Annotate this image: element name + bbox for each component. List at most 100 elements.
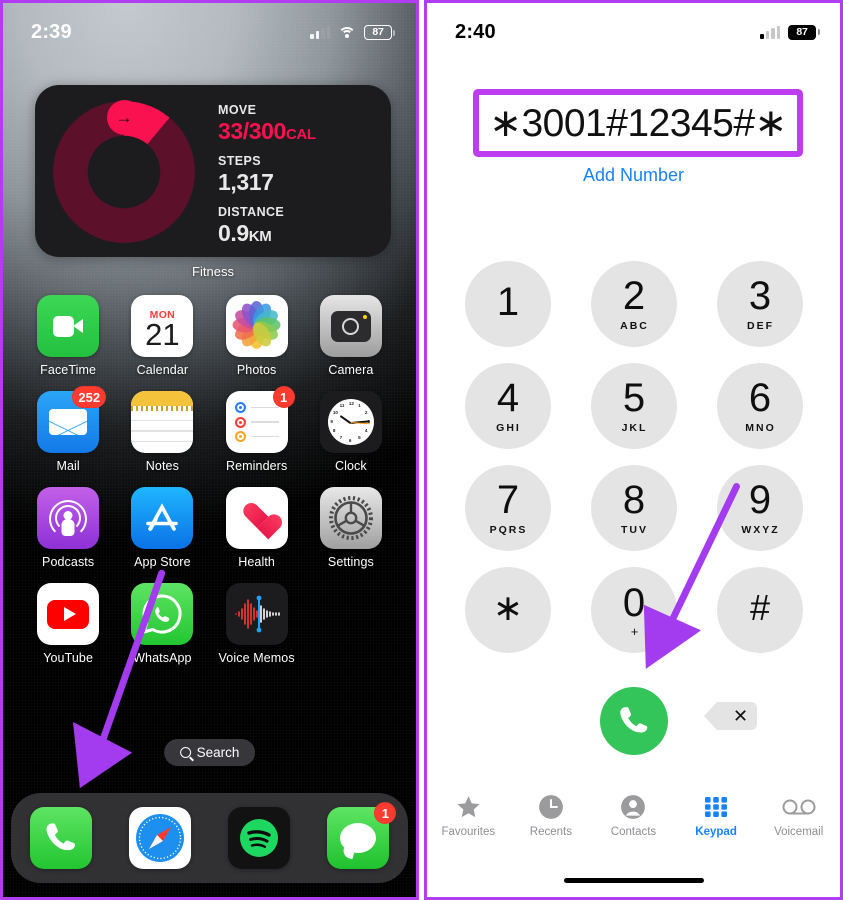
tab-contacts[interactable]: Contacts: [595, 793, 671, 838]
key-1[interactable]: 1: [464, 261, 551, 347]
tab-keypad[interactable]: Keypad: [678, 793, 754, 838]
key-digit: 4: [496, 376, 519, 421]
podcasts-icon[interactable]: [37, 487, 100, 549]
clock-icon[interactable]: 1 2 3 4 5 6 7 8 9 10 11 12: [319, 391, 382, 453]
key-digit: 2: [622, 274, 645, 319]
app-label: Camera: [328, 363, 374, 377]
fitness-widget[interactable]: → MOVE 33/300CAL STEPS 1,317 DISTANCE 0.…: [35, 85, 391, 257]
tab-favourites[interactable]: Favourites: [430, 793, 506, 838]
app-health[interactable]: Health: [210, 487, 304, 569]
icon-holder: [225, 487, 288, 549]
key-9[interactable]: 9 WXYZ: [716, 465, 803, 551]
camera-lens-glyph: [342, 317, 360, 335]
key-4[interactable]: 4 GHI: [464, 363, 551, 449]
facetime-icon[interactable]: [37, 295, 100, 357]
camera-body-glyph: [330, 310, 371, 342]
cellular-bars-icon: [310, 25, 330, 39]
app-whatsapp[interactable]: WhatsApp: [115, 583, 209, 665]
photos-icon[interactable]: [225, 295, 288, 357]
phone-icon[interactable]: [29, 807, 92, 869]
keypad: 1 2 ABC 3 DEF 4 GHI 5 JKL 6 MNO 7 PQRS 8…: [427, 261, 840, 669]
ring-arrow-icon: →: [106, 100, 142, 135]
app-clock[interactable]: 1 2 3 4 5 6 7 8 9 10 11 12 Clock: [304, 391, 398, 473]
app-app-store[interactable]: App Store: [115, 487, 209, 569]
app-row: YouTube WhatsApp Voice Memos: [21, 583, 398, 665]
star-icon: [455, 793, 482, 821]
app-label: FaceTime: [40, 363, 97, 377]
dock-item-phone[interactable]: [29, 807, 92, 869]
steps-value: 1,317: [218, 169, 274, 195]
key-letters: DEF: [747, 320, 774, 333]
steps-label: STEPS: [218, 154, 261, 168]
call-button[interactable]: [599, 687, 668, 755]
youtube-icon[interactable]: [37, 583, 100, 645]
reminder-line: [250, 421, 279, 423]
app-store-icon[interactable]: [131, 487, 194, 549]
reminder-row: [234, 431, 279, 442]
app-mail[interactable]: 252 Mail: [21, 386, 115, 473]
spotify-icon[interactable]: [228, 807, 291, 869]
app-podcasts[interactable]: Podcasts: [21, 487, 115, 569]
app-settings[interactable]: Settings: [304, 487, 398, 569]
clock-numeral: 11: [339, 402, 345, 408]
key-0[interactable]: 0 +: [590, 567, 677, 653]
key-2[interactable]: 2 ABC: [590, 261, 677, 347]
backspace-button[interactable]: ✕: [704, 702, 757, 730]
key-3[interactable]: 3 DEF: [716, 261, 803, 347]
reminder-line: [250, 435, 279, 438]
battery-icon: 87: [788, 24, 820, 40]
dialed-number-text: ∗3001#12345#∗: [489, 101, 787, 145]
health-icon[interactable]: [225, 487, 288, 549]
key-digit: ∗: [492, 586, 523, 628]
app-photos[interactable]: Photos: [210, 295, 304, 377]
tab-voicemail[interactable]: Voicemail: [761, 793, 837, 838]
key-6[interactable]: 6 MNO: [716, 363, 803, 449]
tab-recents[interactable]: Recents: [513, 793, 589, 838]
app-camera[interactable]: Camera: [304, 295, 398, 377]
badge-count: 1: [374, 802, 397, 824]
whatsapp-icon[interactable]: [131, 583, 194, 645]
key-5[interactable]: 5 JKL: [590, 363, 677, 449]
reminder-dot-blue: [234, 402, 246, 413]
app-label: App Store: [134, 555, 191, 569]
dock-item-messages[interactable]: 1: [327, 802, 397, 869]
voice-memos-icon[interactable]: [225, 583, 288, 645]
app-calendar[interactable]: MON 21 Calendar: [115, 295, 209, 377]
badge-count: 1: [272, 386, 295, 408]
camera-icon[interactable]: [319, 295, 382, 357]
calendar-icon[interactable]: MON 21: [131, 295, 194, 357]
key-letters: +: [630, 623, 639, 639]
clock-numeral: 12: [348, 400, 354, 406]
app-notes[interactable]: Notes: [115, 391, 209, 473]
dock-item-safari[interactable]: [128, 807, 191, 869]
notes-icon[interactable]: [131, 391, 194, 453]
key-star[interactable]: ∗: [464, 567, 551, 653]
fitness-widget-wrapper[interactable]: → MOVE 33/300CAL STEPS 1,317 DISTANCE 0.…: [35, 85, 391, 279]
key-hash[interactable]: #: [716, 567, 803, 653]
safari-icon[interactable]: [128, 807, 191, 869]
clock-numeral: 3: [367, 419, 370, 424]
icon-holder: [131, 391, 194, 453]
key-digit: 5: [622, 376, 645, 421]
clock-numeral: 6: [348, 437, 352, 443]
key-8[interactable]: 8 TUV: [590, 465, 677, 551]
clock-numeral: 8: [332, 428, 336, 434]
dock-item-spotify[interactable]: [228, 807, 291, 869]
status-time: 2:40: [455, 20, 496, 43]
key-letters: JKL: [621, 422, 648, 435]
search-label: Search: [196, 745, 240, 760]
search-button[interactable]: Search: [163, 739, 256, 766]
settings-icon[interactable]: [319, 487, 382, 549]
dialed-number-field[interactable]: ∗3001#12345#∗: [473, 89, 803, 157]
add-number-button[interactable]: Add Number: [427, 165, 840, 186]
app-youtube[interactable]: YouTube: [21, 583, 115, 665]
app-voice-memos[interactable]: Voice Memos: [210, 583, 304, 665]
status-indicators: 87: [760, 24, 820, 40]
app-facetime[interactable]: FaceTime: [21, 295, 115, 377]
key-7[interactable]: 7 PQRS: [464, 465, 551, 551]
phone-call-icon: [619, 707, 647, 733]
key-digit: 9: [748, 478, 771, 523]
app-reminders[interactable]: 1 Reminders: [210, 386, 304, 473]
badge-count: 252: [72, 386, 107, 408]
clock-numeral: 5: [358, 435, 361, 441]
